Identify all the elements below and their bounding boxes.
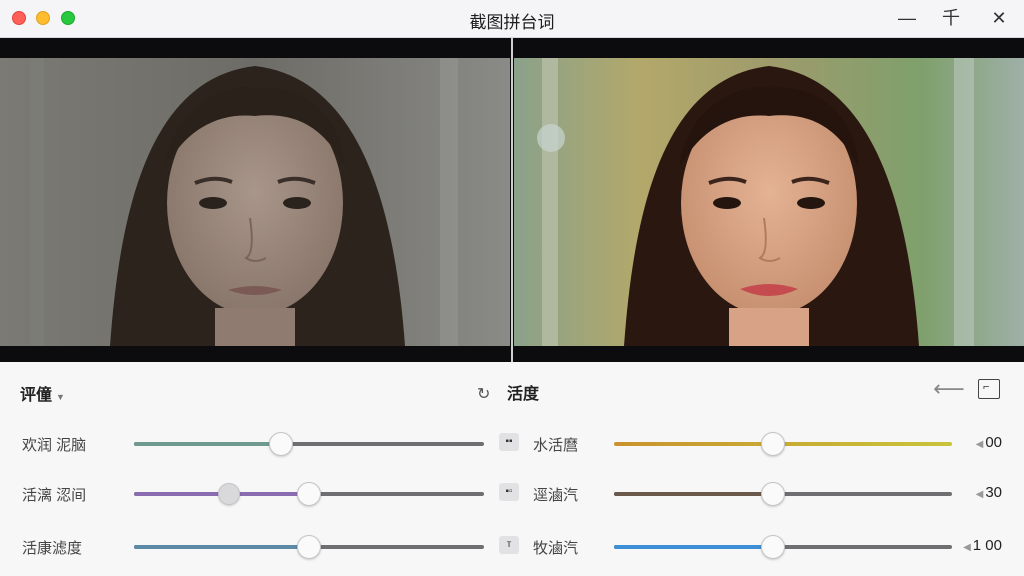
slider-knob[interactable] <box>760 535 785 559</box>
slider-label: 牧滷汽 <box>533 540 579 557</box>
minimize-icon[interactable]: — <box>894 6 920 30</box>
slider-row: 逕滷汽 ◀ 30 <box>0 479 1024 509</box>
before-image <box>0 58 510 346</box>
slider-value-text: 1 00 <box>972 537 1002 554</box>
slider-value: ◀ 30 <box>962 484 1002 501</box>
slider-row: 水活麿 ◀ 00 <box>0 429 1024 459</box>
slider-track[interactable] <box>614 482 952 506</box>
arrow-left-icon[interactable]: ⟵ <box>932 376 966 402</box>
slider-track[interactable] <box>614 432 952 456</box>
step-down-icon[interactable]: ◀ <box>976 489 984 500</box>
chevron-down-icon: ▼ <box>56 392 65 402</box>
slider-value: ◀ 1 00 <box>962 537 1002 554</box>
preset-label: 评僮 <box>20 387 53 404</box>
maximize-icon[interactable]: 千 <box>938 6 964 30</box>
preset-dropdown[interactable]: 评僮 ▼ <box>20 381 65 405</box>
rotate-icon: ↻ <box>477 386 491 403</box>
slider-knob[interactable] <box>760 432 785 456</box>
compare-icon[interactable]: ⌐ <box>978 379 1000 399</box>
after-image <box>514 58 1024 346</box>
split-divider[interactable] <box>511 38 513 362</box>
mode-label: 活度 <box>507 386 540 403</box>
slider-value: ◀ 00 <box>962 434 1002 451</box>
slider-row: 牧滷汽 ◀ 1 00 <box>0 532 1024 562</box>
slider-value-text: 00 <box>985 434 1002 451</box>
slider-label: 水活麿 <box>533 437 579 454</box>
app-window: 截图拼台词 — 千 ✕ 评僮 ▼ ↻ 活度 ⟵ ⌐ 欢润 泥脑 ▪▪ 活漓 涊间… <box>0 0 1024 576</box>
slider-fill <box>614 545 773 549</box>
step-down-icon[interactable]: ◀ <box>976 439 984 450</box>
mode-selector[interactable]: ↻ 活度 <box>477 380 539 404</box>
slider-label: 逕滷汽 <box>533 487 579 504</box>
close-icon[interactable]: ✕ <box>986 6 1012 30</box>
slider-value-text: 30 <box>985 484 1002 501</box>
preview-area <box>0 38 1024 362</box>
step-down-icon[interactable]: ◀ <box>963 542 971 553</box>
controls-panel: 评僮 ▼ ↻ 活度 ⟵ ⌐ 欢润 泥脑 ▪▪ 活漓 涊间 ▪▫ 活康滤度 ᴛ 水活麿 ◀ 00 逕滷… <box>0 362 1024 576</box>
slider-knob[interactable] <box>760 482 785 506</box>
slider-track[interactable] <box>614 535 952 559</box>
slider-fill <box>614 492 773 496</box>
title-bar: 截图拼台词 — 千 ✕ <box>0 0 1024 38</box>
window-title: 截图拼台词 <box>469 13 555 32</box>
